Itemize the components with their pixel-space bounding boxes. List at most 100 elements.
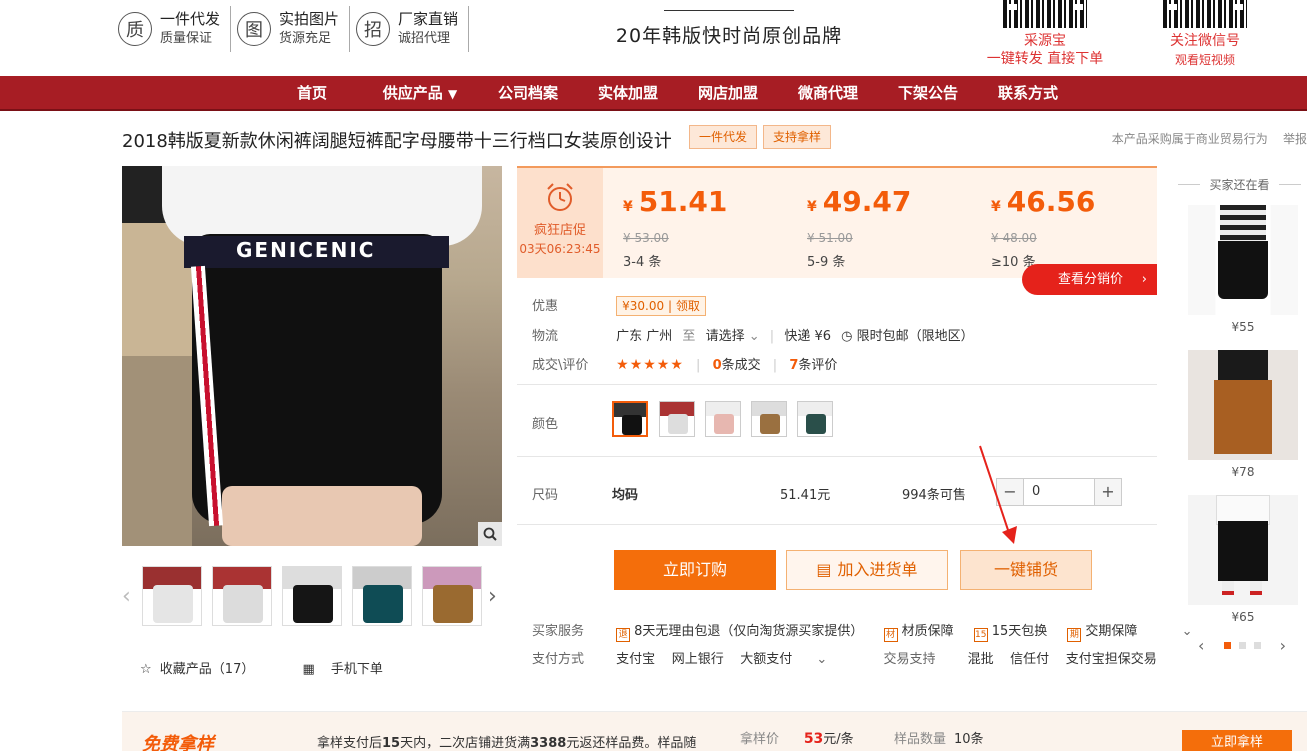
thumbnail-5[interactable] [422, 566, 482, 626]
review-count[interactable]: 7 [789, 358, 798, 373]
nav-company[interactable]: 公司档案 [478, 76, 578, 111]
coupon-claim: 领取 [675, 299, 700, 313]
review-suffix: 条评价 [798, 358, 838, 373]
badge-title: 实拍图片 [279, 10, 340, 28]
nav-online-franchise[interactable]: 网店加盟 [678, 76, 778, 111]
thumbnail-1[interactable] [142, 566, 202, 626]
promo-box: 疯狂店促 03天06:23:45 [517, 168, 603, 278]
buy-now-button[interactable]: 立即订购 [614, 550, 776, 590]
payment-label: 支付方式 [532, 652, 585, 667]
tag-sample[interactable]: 支持拿样 [763, 125, 832, 149]
pay-bank: 网上银行 [671, 652, 724, 667]
qr-caption-sub: 观看短视频 [1174, 53, 1235, 67]
trade-mixed: 混批 [967, 652, 994, 667]
pager-next-icon[interactable]: › [1280, 636, 1286, 655]
clock-icon: ◷ [841, 329, 853, 344]
desc-part: 元返还样品费。样品随 [566, 736, 697, 751]
swatch-pink[interactable] [705, 401, 741, 437]
recommend-item-3[interactable] [1188, 495, 1298, 605]
coupon-amount: ¥30.00 [622, 299, 665, 313]
service-exchange[interactable]: 15天包换 [992, 624, 1048, 639]
recommend-item-2[interactable] [1188, 350, 1298, 460]
deal-count[interactable]: 0 [713, 358, 722, 373]
buyer-service-row: 买家服务 退 8天无理由包退（仅向淘货源买家提供） 材材质保障 15 15天包换 期… [532, 620, 1192, 642]
notice-text: 本产品采购属于商业贸易行为 [1111, 132, 1268, 146]
annotation-arrow-icon [979, 445, 1017, 544]
sample-price-value: 53 [803, 731, 824, 747]
nav-wechat-agent[interactable]: 微商代理 [778, 76, 878, 111]
destination-select[interactable]: 请选择 ⌄ [706, 329, 760, 344]
sample-price-label: 拿样价 [740, 732, 780, 747]
pager-prev-icon[interactable]: ‹ [1198, 636, 1204, 655]
recommend-item-1[interactable] [1188, 205, 1298, 315]
old-price: ¥ 53.00 [623, 231, 669, 245]
shipping-fee: 快递 ¥6 [784, 329, 831, 344]
main-product-image[interactable]: GENICENIC [122, 166, 502, 546]
pager-dot[interactable] [1253, 642, 1261, 649]
distribution-price-button[interactable]: 查看分销价 › [1022, 264, 1157, 295]
size-row: 尺码 均码 51.41元 994条可售 − 0 + [532, 478, 1132, 508]
quality-icon: 质 [118, 12, 152, 46]
add-to-list-button[interactable]: ▤ 加入进货单 [786, 550, 948, 590]
service-material[interactable]: 材质保障 [902, 624, 954, 639]
service-return[interactable]: 8天无理由包退（仅向淘货源买家提供） [634, 624, 863, 639]
chevron-right-icon: › [1141, 272, 1147, 287]
trade-support-label: 交易支持 [883, 652, 936, 667]
price-value: 51.41 [638, 185, 728, 218]
rating-stars-icon: ★★★★★ [616, 357, 684, 373]
one-click-listing-button[interactable]: 一键铺货 [960, 550, 1092, 590]
nav-delisting[interactable]: 下架公告 [878, 76, 978, 111]
pay-alipay: 支付宝 [616, 652, 656, 667]
tag-dropship[interactable]: 一件代发 [689, 125, 758, 149]
promo-countdown: 03天06:23:45 [519, 242, 601, 256]
badge-dropship: 质 一件代发 质量保证 [118, 6, 232, 52]
deal-suffix: 条成交 [721, 358, 761, 373]
badge-title: 厂家直销 [398, 10, 459, 28]
logistics-label: 物流 [532, 329, 559, 344]
qr-small-icon[interactable]: ▦ [302, 662, 314, 677]
qr-caiyuanbao[interactable]: 采源宝 一键转发 直接下单 [987, 0, 1103, 68]
qty-range: 3-4 条 [623, 255, 662, 270]
service-delivery[interactable]: 交期保障 [1085, 624, 1137, 639]
trade-trust: 信任付 [1010, 652, 1050, 667]
chevron-down-icon[interactable]: ⌄ [816, 652, 827, 667]
qr-wechat[interactable]: 关注微信号 观看短视频 [1160, 0, 1250, 70]
currency-symbol: ¥ [623, 199, 633, 215]
swatch-khaki[interactable] [751, 401, 787, 437]
thumbnail-3[interactable] [282, 566, 342, 626]
nav-products[interactable]: 供应产品 ▼ [362, 76, 478, 111]
nav-home[interactable]: 首页 [262, 76, 362, 111]
pager-dot-active[interactable] [1223, 642, 1231, 649]
plus-button[interactable]: + [1095, 479, 1121, 505]
payment-row: 支付方式 支付宝 网上银行 大额支付 ⌄ 交易支持 混批 信任付 支付宝担保交易 [532, 648, 1157, 667]
desc-days: 15 [382, 736, 401, 751]
chevron-down-icon: ⌄ [748, 329, 760, 344]
qr-caption: 关注微信号 [1170, 33, 1240, 49]
quantity-input[interactable]: 0 [1023, 479, 1095, 505]
nav-store-franchise[interactable]: 实体加盟 [578, 76, 678, 111]
thumbnail-2[interactable] [212, 566, 272, 626]
free-sample-title: 免费拿样 [142, 734, 214, 751]
mobile-order-link[interactable]: 手机下单 [331, 662, 383, 677]
nav-contact[interactable]: 联系方式 [978, 76, 1078, 111]
return-icon: 退 [616, 628, 631, 642]
pager-dot[interactable] [1238, 642, 1246, 649]
get-sample-button[interactable]: 立即拿样 [1182, 730, 1292, 751]
material-icon: 材 [883, 628, 898, 642]
star-outline-icon[interactable]: ☆ [140, 662, 152, 677]
thumbnail-4[interactable] [352, 566, 412, 626]
swatch-black[interactable] [612, 401, 648, 437]
thumb-next-icon[interactable]: › [488, 584, 497, 609]
coupon-badge[interactable]: ¥30.00 | 领取 [616, 296, 706, 316]
top-header: 质 一件代发 质量保证 图 实拍图片 货源充足 招 厂家直销 诚招代理 20年韩… [0, 0, 1307, 76]
favorite-link[interactable]: 收藏产品（17） [160, 662, 255, 677]
zoom-icon[interactable] [478, 522, 502, 546]
to-text: 至 [682, 329, 696, 344]
nav-products-label: 供应产品 [382, 84, 443, 102]
sample-qty-value: 10条 [954, 732, 984, 747]
swatch-green[interactable] [797, 401, 833, 437]
color-label: 颜色 [532, 417, 559, 432]
report-link[interactable]: 举报 [1283, 132, 1307, 146]
swatch-white[interactable] [659, 401, 695, 437]
thumb-prev-icon[interactable]: ‹ [122, 584, 131, 609]
